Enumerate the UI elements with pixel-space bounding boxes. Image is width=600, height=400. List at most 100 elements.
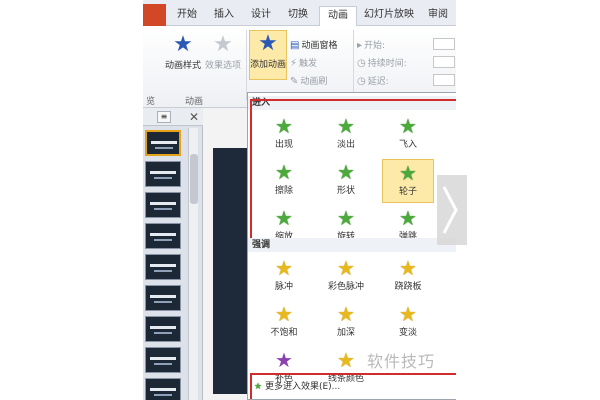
star-icon: ★ bbox=[337, 348, 355, 372]
effect-label: 飞入 bbox=[398, 140, 417, 150]
animation-pane-button[interactable]: ▤ 动画窗格 bbox=[290, 38, 337, 51]
add-star-icon: ★ bbox=[258, 31, 278, 56]
thumbnail-title bbox=[150, 295, 176, 298]
star-icon: ★ bbox=[254, 382, 263, 392]
page: 开始 插入 设计 切换 动画 幻灯片放映 审阅 ★ 动画样式 ★ 效果选项 ★ … bbox=[0, 0, 600, 400]
effect-item[interactable]: ★ 不饱和 bbox=[258, 301, 310, 345]
chevron-right-icon bbox=[442, 186, 458, 234]
star-icon: ★ bbox=[275, 206, 293, 230]
star-icon: ★ bbox=[399, 114, 417, 138]
effect-label: 轮子 bbox=[398, 187, 417, 197]
star-icon: ★ bbox=[275, 160, 293, 184]
thumbnail-subtitle bbox=[154, 363, 172, 365]
slide-thumbnail[interactable] bbox=[145, 192, 181, 218]
slide-thumbnail[interactable] bbox=[145, 347, 181, 373]
effect-item[interactable]: ★ 擦除 bbox=[258, 159, 310, 203]
thumbnail-title bbox=[150, 264, 176, 267]
close-icon[interactable]: ✕ bbox=[189, 110, 199, 124]
clock-icon: ◷ bbox=[357, 76, 366, 87]
thumbnail-title bbox=[150, 233, 176, 236]
clock-icon: ◷ bbox=[357, 58, 366, 69]
effect-label: 出现 bbox=[274, 140, 293, 150]
slide-thumbnail[interactable] bbox=[145, 161, 181, 187]
effect-item[interactable]: ★ 彩色脉冲 bbox=[320, 255, 372, 299]
star-icon: ★ bbox=[213, 32, 233, 57]
add-animation-button[interactable]: ★ 添加动画 bbox=[249, 30, 287, 80]
star-icon: ★ bbox=[275, 114, 293, 138]
watermark: 软件技巧 bbox=[367, 352, 436, 371]
effect-label: 淡出 bbox=[336, 140, 355, 150]
trigger-button[interactable]: ⚡ 触发 bbox=[290, 56, 317, 69]
more-enter-effects-item[interactable]: ★ 更多进入效果(E)... bbox=[254, 379, 340, 392]
duration-input[interactable] bbox=[433, 56, 455, 68]
effect-item[interactable]: ★ 加深 bbox=[320, 301, 372, 345]
tab-review[interactable]: 审阅 bbox=[421, 6, 455, 26]
ribbon-separator bbox=[246, 30, 247, 100]
star-icon: ★ bbox=[337, 160, 355, 184]
slide-thumbnail[interactable] bbox=[145, 130, 181, 156]
pane-icon: ▤ bbox=[290, 40, 300, 51]
lightning-icon: ⚡ bbox=[290, 58, 298, 69]
scroll-thumb[interactable] bbox=[190, 154, 198, 204]
slide-thumbnail-panel: ≡ ✕ bbox=[143, 108, 203, 400]
effect-label: 加深 bbox=[336, 328, 355, 338]
tab-animations[interactable]: 动画 bbox=[319, 6, 357, 26]
star-icon: ★ bbox=[275, 302, 293, 326]
panel-tabs: ≡ ✕ bbox=[143, 108, 203, 126]
delay-input[interactable] bbox=[433, 74, 455, 86]
thumbnail-subtitle bbox=[154, 177, 172, 179]
duration-label: ◷ 持续时间: bbox=[357, 58, 407, 69]
file-tab[interactable] bbox=[143, 4, 166, 26]
star-icon: ★ bbox=[399, 161, 417, 185]
play-icon: ▸ bbox=[357, 40, 363, 51]
slide-thumbnail[interactable] bbox=[145, 316, 181, 342]
thumbnail-subtitle bbox=[154, 239, 172, 241]
effect-item[interactable]: ★ 脉冲 bbox=[258, 255, 310, 299]
start-label: ▸ 开始: bbox=[357, 40, 386, 51]
effect-item[interactable]: ★ 飞入 bbox=[382, 113, 434, 157]
thumbnail-title bbox=[150, 202, 176, 205]
tab-insert[interactable]: 插入 bbox=[207, 6, 241, 26]
animation-styles-button[interactable]: ★ 动画样式 bbox=[165, 32, 201, 78]
tab-home[interactable]: 开始 bbox=[170, 6, 204, 26]
effect-item[interactable]: ★ 出现 bbox=[258, 113, 310, 157]
slide-thumbnail[interactable] bbox=[145, 378, 181, 400]
effect-item[interactable]: ★ 跷跷板 bbox=[382, 255, 434, 299]
thumbnail-subtitle bbox=[155, 147, 173, 149]
slide-thumbnail[interactable] bbox=[145, 223, 181, 249]
thumbnail-title bbox=[151, 141, 177, 144]
star-icon: ★ bbox=[337, 302, 355, 326]
ribbon-tab-bar: 开始 插入 设计 切换 动画 幻灯片放映 审阅 bbox=[143, 0, 456, 26]
effect-options-button[interactable]: ★ 效果选项 bbox=[203, 32, 243, 78]
star-icon: ★ bbox=[399, 256, 417, 280]
effect-label: 形状 bbox=[336, 186, 355, 196]
emphasis-section-header: 强调 bbox=[248, 238, 456, 252]
star-icon: ★ bbox=[275, 348, 293, 372]
slide-canvas[interactable] bbox=[213, 148, 249, 394]
effect-label: 不饱和 bbox=[270, 328, 298, 338]
thumbnail-subtitle bbox=[154, 270, 172, 272]
ribbon-separator bbox=[353, 30, 354, 100]
effect-item[interactable]: ★ 淡出 bbox=[320, 113, 372, 157]
start-select[interactable] bbox=[433, 38, 455, 50]
effect-item[interactable]: ★ 形状 bbox=[320, 159, 372, 203]
star-icon: ★ bbox=[337, 206, 355, 230]
star-icon: ★ bbox=[337, 114, 355, 138]
effect-label: 彩色脉冲 bbox=[327, 282, 364, 292]
effect-item[interactable]: ★ 轮子 bbox=[382, 159, 434, 203]
star-icon: ★ bbox=[337, 256, 355, 280]
slide-thumbnail[interactable] bbox=[145, 254, 181, 280]
powerpoint-window: 开始 插入 设计 切换 动画 幻灯片放映 审阅 ★ 动画样式 ★ 效果选项 ★ … bbox=[143, 0, 456, 400]
tab-slideshow[interactable]: 幻灯片放映 bbox=[361, 6, 417, 26]
thumbnail-title bbox=[150, 326, 176, 329]
animation-painter-button[interactable]: ✎ 动画刷 bbox=[290, 74, 327, 87]
tab-transitions[interactable]: 切换 bbox=[281, 6, 315, 26]
slide-thumbnail[interactable] bbox=[145, 285, 181, 311]
star-icon: ★ bbox=[399, 302, 417, 326]
outline-tab[interactable]: ≡ bbox=[157, 111, 171, 123]
tab-design[interactable]: 设计 bbox=[244, 6, 278, 26]
brush-icon: ✎ bbox=[290, 76, 299, 87]
thumbnail-scrollbar[interactable] bbox=[188, 128, 198, 400]
effect-item[interactable]: ★ 变淡 bbox=[382, 301, 434, 345]
thumbnail-title bbox=[150, 388, 176, 391]
